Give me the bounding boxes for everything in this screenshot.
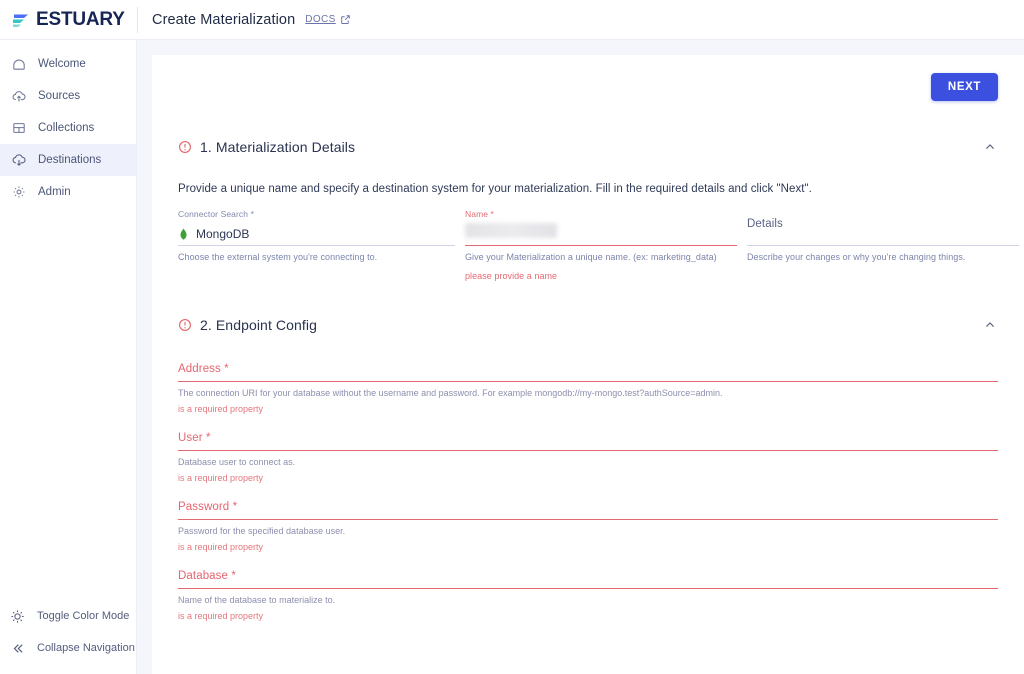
sidebar-item-sources[interactable]: Sources (0, 80, 136, 112)
user-label: User * (178, 432, 211, 444)
sidebar-footer: Toggle Color Mode Collapse Navigation (0, 600, 136, 674)
error-circle-icon (179, 141, 191, 153)
chevron-up-icon[interactable] (982, 317, 998, 333)
required-asterisk: * (228, 570, 236, 582)
database-label: Database * (178, 570, 236, 582)
password-field[interactable]: Password * Password for the specified da… (178, 501, 998, 552)
database-underline (178, 588, 998, 589)
materialization-details-section: 1. Materialization Details Provide a uni… (178, 139, 1019, 281)
collapse-navigation-button[interactable]: Collapse Navigation (0, 632, 136, 664)
next-button-row: NEXT (178, 73, 998, 101)
address-help: The connection URI for your database wit… (178, 388, 723, 398)
section1-header[interactable]: 1. Materialization Details (178, 139, 998, 155)
connector-search-field[interactable]: Connector Search * MongoDB Choose the ex… (178, 209, 455, 281)
details-label: Details (747, 218, 783, 230)
connector-search-underline (178, 245, 455, 246)
toggle-color-mode-button[interactable]: Toggle Color Mode (0, 600, 136, 632)
name-field[interactable]: Name * Give your Materialization a uniqu… (465, 209, 737, 281)
password-error: is a required property (178, 542, 264, 552)
name-label: Name * (465, 209, 494, 219)
gear-icon (13, 186, 25, 198)
connector-search-value: MongoDB (196, 227, 250, 241)
grid-gap (455, 209, 465, 281)
section1-title: 1. Materialization Details (200, 139, 356, 155)
name-underline (465, 245, 737, 246)
content-card: NEXT 1. Materialization Details Provide … (152, 55, 1024, 674)
main-area: NEXT 1. Materialization Details Provide … (137, 40, 1024, 674)
name-error: please provide a name (465, 271, 558, 281)
error-circle-icon (179, 319, 191, 331)
grid-gap (737, 209, 747, 281)
sidebar-nav: Welcome Sources Collections Destinations… (0, 48, 136, 208)
section1-description: Provide a unique name and specify a dest… (178, 183, 812, 195)
sidebar-item-label: Admin (38, 186, 71, 198)
endpoint-fields: Address * The connection URI for your da… (178, 363, 998, 621)
address-error: is a required property (178, 404, 264, 414)
connector-search-label: Connector Search * (178, 209, 254, 219)
sidebar-item-label: Welcome (38, 58, 86, 70)
details-help: Describe your changes or why you're chan… (747, 252, 966, 262)
sidebar-item-label: Destinations (38, 154, 102, 166)
details-field[interactable]: Details Describe your changes or why you… (747, 209, 1019, 281)
section1-header-left: 1. Materialization Details (178, 139, 355, 155)
section2-title: 2. Endpoint Config (200, 317, 317, 333)
password-label: Password * (178, 501, 238, 513)
connector-search-help: Choose the external system you're connec… (178, 252, 378, 262)
logo-text: ESTUARY (36, 8, 125, 30)
cloud-upload-icon (12, 91, 26, 102)
connector-search-value-row: MongoDB (178, 223, 455, 245)
docs-link[interactable]: DOCS (305, 14, 351, 25)
user-help: Database user to connect as. (178, 457, 296, 467)
sidebar-item-welcome[interactable]: Welcome (0, 48, 136, 80)
address-underline (178, 381, 998, 382)
footer-item-label: Collapse Navigation (37, 642, 135, 654)
collections-icon (13, 123, 25, 133)
next-button[interactable]: NEXT (930, 73, 998, 101)
details-underline (747, 245, 1019, 246)
database-error: is a required property (178, 611, 264, 621)
estuary-logo-icon (13, 14, 28, 27)
sidebar: Welcome Sources Collections Destinations… (0, 40, 137, 674)
sidebar-item-label: Collections (38, 122, 95, 134)
address-field[interactable]: Address * The connection URI for your da… (178, 363, 998, 414)
page-title: Create Materialization (152, 11, 296, 28)
sun-icon (11, 609, 24, 623)
password-help: Password for the specified database user… (178, 526, 346, 536)
required-asterisk: * (229, 501, 238, 513)
mongodb-leaf-icon (180, 228, 187, 240)
divider (137, 6, 138, 33)
external-link-icon (340, 15, 350, 24)
section1-fields: Connector Search * MongoDB Choose the ex… (178, 209, 1019, 281)
required-asterisk: * (202, 432, 211, 444)
database-help: Name of the database to materialize to. (178, 595, 336, 605)
section2-header-left: 2. Endpoint Config (178, 317, 317, 333)
footer-item-label: Toggle Color Mode (37, 610, 130, 622)
sidebar-item-destinations[interactable]: Destinations (0, 144, 136, 176)
address-label: Address * (178, 363, 229, 375)
sidebar-item-admin[interactable]: Admin (0, 176, 136, 208)
password-underline (178, 519, 998, 520)
app-logo[interactable]: ESTUARY (0, 0, 137, 40)
cloud-download-icon (12, 154, 26, 166)
sidebar-item-label: Sources (38, 90, 81, 102)
top-bar: ESTUARY Create Materialization DOCS (0, 0, 1024, 40)
chevron-up-icon[interactable] (982, 139, 998, 155)
endpoint-config-section: 2. Endpoint Config Address * The connect… (178, 317, 998, 621)
user-error: is a required property (178, 473, 264, 483)
docs-label: DOCS (305, 14, 336, 25)
chevron-double-left-icon (13, 643, 23, 653)
database-field[interactable]: Database * Name of the database to mater… (178, 570, 998, 621)
user-underline (178, 450, 998, 451)
details-value (747, 234, 1019, 245)
name-help: Give your Materialization a unique name.… (465, 252, 717, 262)
name-redaction-overlay (465, 223, 557, 238)
home-icon (13, 59, 25, 70)
user-field[interactable]: User * Database user to connect as. is a… (178, 432, 998, 483)
required-asterisk: * (220, 363, 229, 375)
section2-header[interactable]: 2. Endpoint Config (178, 317, 998, 333)
sidebar-item-collections[interactable]: Collections (0, 112, 136, 144)
